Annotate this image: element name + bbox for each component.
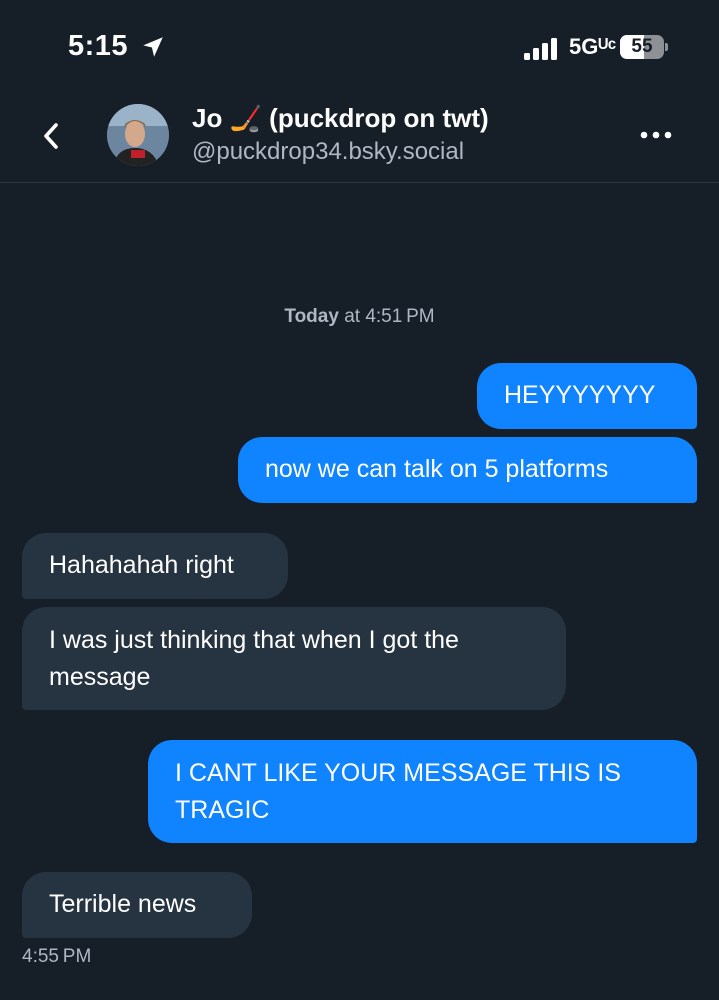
signal-bars-icon <box>524 38 557 60</box>
message-text: now we can talk on 5 platforms <box>265 455 609 483</box>
back-chevron-icon[interactable] <box>36 116 70 156</box>
date-divider-time: at 4:51 PM <box>338 306 435 327</box>
contact-avatar[interactable] <box>107 104 169 166</box>
message-bubble-outgoing[interactable]: now we can talk on 5 platforms <box>238 437 697 503</box>
location-arrow-icon <box>143 37 163 57</box>
message-timestamp: 4:55 PM <box>22 946 92 967</box>
message-bubble-incoming[interactable]: Terrible news <box>22 872 252 938</box>
battery-percentage: 55 <box>631 36 653 57</box>
more-options-icon[interactable] <box>636 120 676 150</box>
network-type-label: 5Gᵁᶜ <box>569 34 617 59</box>
message-text: Hahahahah right <box>49 551 234 579</box>
message-bubble-outgoing[interactable]: HEYYYYYYY <box>477 363 697 429</box>
date-divider: Today at 4:51 PM <box>0 306 719 328</box>
status-time: 5:15 <box>68 30 129 62</box>
message-text: I was just thinking that when I got the … <box>49 626 459 691</box>
message-bubble-incoming[interactable]: Hahahahah right <box>22 533 288 599</box>
chat-screen: 5:15 5Gᵁᶜ 55 Jo 🏒 (puckdrop on twt) @puc… <box>0 0 719 1000</box>
message-bubble-outgoing[interactable]: I CANT LIKE YOUR MESSAGE THIS IS TRAGIC <box>148 740 697 843</box>
message-text: Terrible news <box>49 890 197 918</box>
contact-handle: @puckdrop34.bsky.social <box>192 138 465 165</box>
message-text: HEYYYYYYY <box>504 381 656 409</box>
status-bar: 5:15 5Gᵁᶜ 55 <box>0 0 719 90</box>
chat-header: Jo 🏒 (puckdrop on twt) @puckdrop34.bsky.… <box>0 90 719 183</box>
battery-icon: 55 <box>620 35 668 60</box>
date-divider-day: Today <box>284 306 339 327</box>
message-bubble-incoming[interactable]: I was just thinking that when I got the … <box>22 607 566 710</box>
contact-name: Jo 🏒 (puckdrop on twt) <box>192 103 489 133</box>
message-text: I CANT LIKE YOUR MESSAGE THIS IS TRAGIC <box>175 759 621 824</box>
